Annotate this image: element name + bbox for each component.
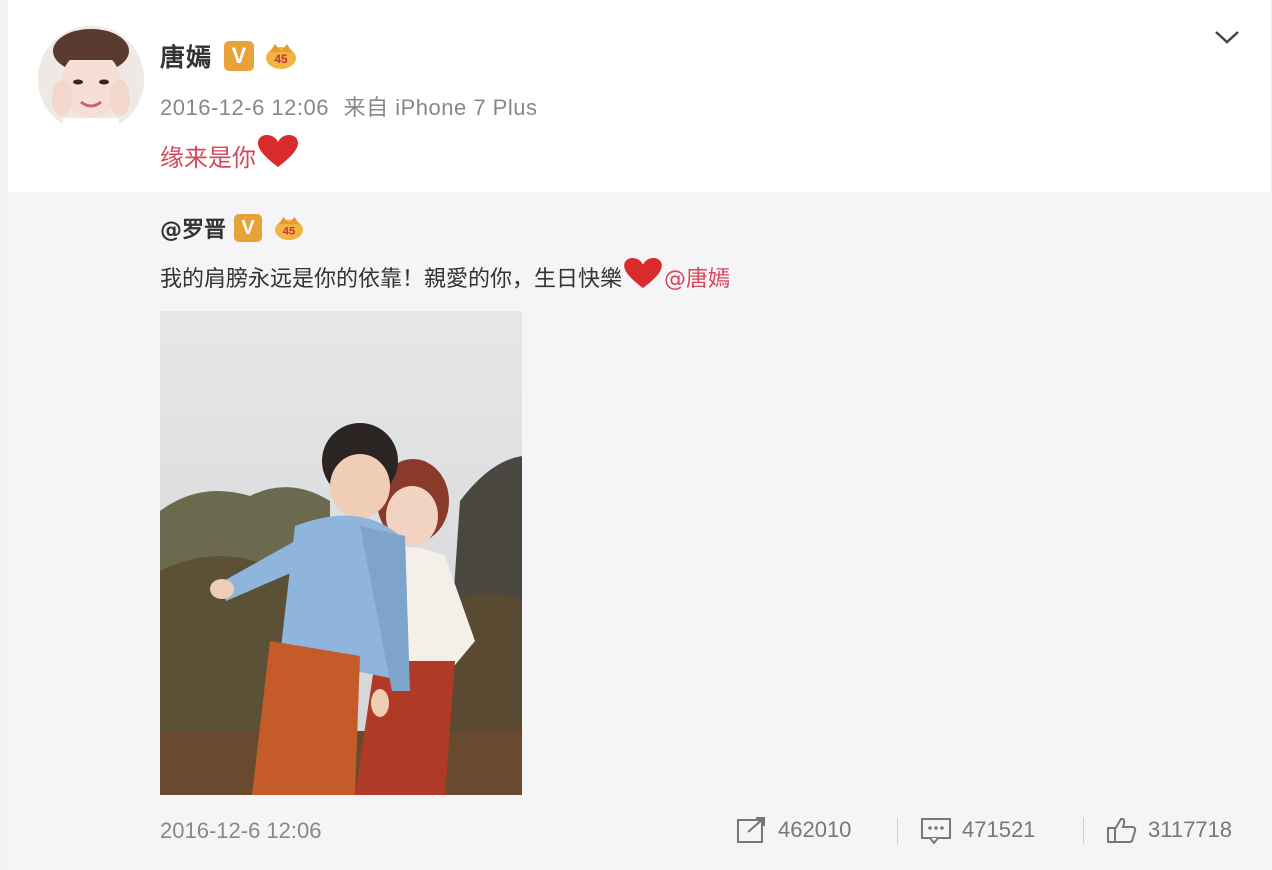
chevron-down-icon[interactable]	[1212, 22, 1242, 52]
reposted-content: @罗晋 V 45 我的肩膀永远是你的依靠！親愛的你，生日快樂 @唐嫣	[8, 192, 1270, 870]
share-icon	[737, 817, 765, 843]
avatar[interactable]	[38, 26, 144, 132]
mention-link[interactable]: @唐嫣	[664, 261, 730, 293]
post-footer: 2016-12-6 12:06 462010 471521 3117718	[160, 816, 1260, 848]
comment-button[interactable]: 471521	[920, 816, 1035, 844]
svg-text:45: 45	[274, 52, 288, 66]
like-button[interactable]: 3117718	[1106, 816, 1232, 844]
post-header: 唐嫣 V 45 2016-12-6 12:06 来自 iPhone 7 Plus…	[8, 0, 1270, 192]
vip-crown-icon: 45	[264, 41, 298, 71]
post-text: 缘来是你	[160, 135, 298, 175]
repost-count: 462010	[778, 817, 852, 842]
author-row: 唐嫣 V 45	[160, 38, 298, 74]
post-timestamp[interactable]: 2016-12-6 12:06	[160, 95, 329, 120]
repost-author-name[interactable]: @罗晋	[160, 212, 226, 244]
verified-badge-icon: V	[224, 41, 255, 71]
repost-author-row: @罗晋 V 45	[160, 210, 306, 246]
repost-text-content: 我的肩膀永远是你的依靠！親愛的你，生日快樂	[160, 267, 623, 292]
heart-icon	[624, 258, 662, 296]
thumbs-up-icon	[1107, 817, 1137, 843]
svg-text:45: 45	[283, 226, 295, 238]
repost-text: 我的肩膀永远是你的依靠！親愛的你，生日快樂 @唐嫣	[160, 258, 730, 296]
like-count: 3117718	[1148, 817, 1233, 842]
verified-badge-icon: V	[234, 214, 263, 242]
vip-crown-icon: 45	[272, 213, 306, 243]
footer-timestamp[interactable]: 2016-12-6 12:06	[160, 818, 321, 844]
weibo-post-card: 唐嫣 V 45 2016-12-6 12:06 来自 iPhone 7 Plus…	[8, 0, 1270, 870]
comment-icon	[921, 818, 951, 844]
post-meta: 2016-12-6 12:06 来自 iPhone 7 Plus	[160, 90, 537, 122]
divider	[897, 818, 898, 844]
post-text-content: 缘来是你	[160, 143, 256, 172]
heart-icon	[258, 135, 298, 175]
repost-button[interactable]: 462010	[736, 816, 851, 844]
divider	[1083, 818, 1084, 844]
author-name[interactable]: 唐嫣	[160, 38, 212, 74]
post-photo[interactable]	[160, 311, 522, 795]
comment-count: 471521	[962, 817, 1036, 842]
post-source: 来自 iPhone 7 Plus	[343, 95, 538, 120]
